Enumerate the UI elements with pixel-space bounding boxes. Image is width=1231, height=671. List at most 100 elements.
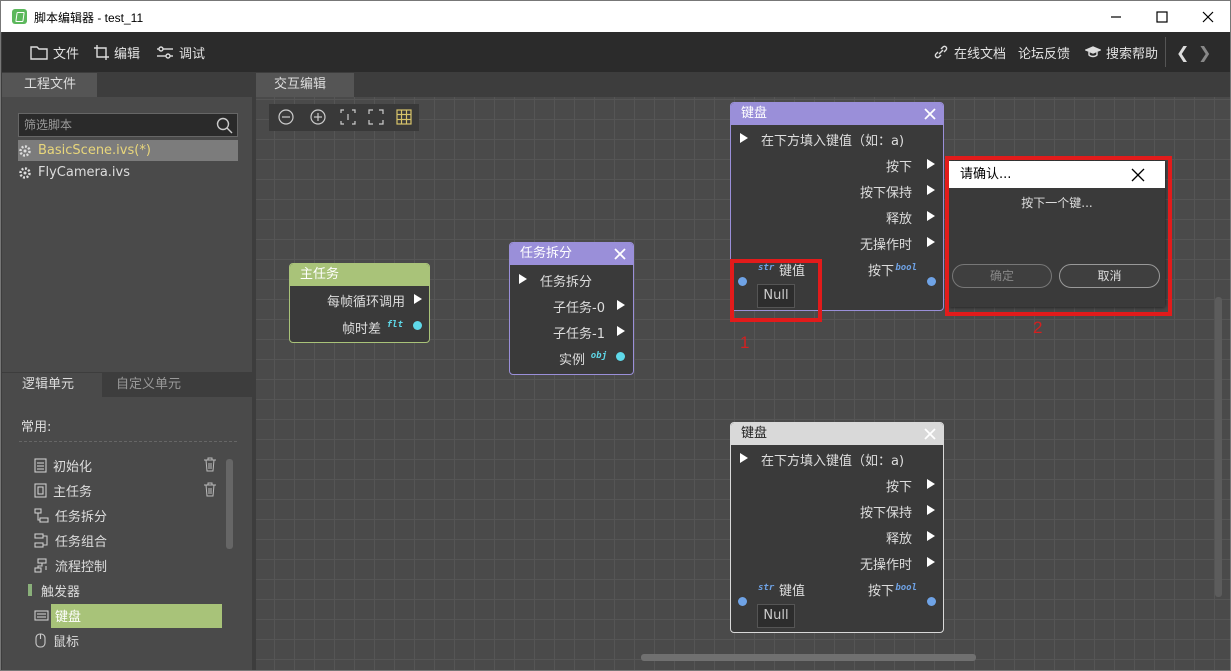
zoom-out-icon (278, 109, 294, 125)
minimize-button[interactable] (1093, 1, 1139, 32)
menu-online-docs[interactable]: 在线文档 (933, 32, 1006, 72)
keyboard-icon (34, 609, 49, 621)
exec-in-port[interactable] (519, 274, 527, 284)
node-port-label: 按下 (885, 480, 912, 495)
highlight-box-2 (945, 156, 1172, 316)
file-item-label: FlyCamera.ivs (38, 165, 131, 180)
script-filter-box (18, 113, 238, 137)
link-icon (934, 45, 948, 59)
exec-out-port[interactable] (414, 294, 422, 304)
type-tag: obj (590, 351, 607, 361)
unit-trigger-group[interactable]: 触发器 (41, 579, 80, 601)
trigger-marker (28, 584, 32, 596)
exec-in-port[interactable] (740, 133, 748, 143)
crop-icon (94, 44, 109, 60)
file-item-basicscene[interactable]: BasicScene.ivs(*) (18, 140, 238, 161)
data-out-port[interactable] (616, 352, 625, 361)
menu-debug[interactable]: 调试 (156, 32, 205, 72)
node-main-task[interactable]: 主任务 每帧循环调用 帧时差 flt (289, 263, 430, 343)
node-port-label: 在下方填入键值（如：a) (761, 454, 905, 469)
exec-out-port[interactable] (617, 300, 625, 310)
close-icon (924, 428, 936, 440)
node-title[interactable]: 主任务 (290, 264, 429, 286)
actual-size-button[interactable] (339, 108, 357, 126)
node-title[interactable]: 键盘 (731, 423, 943, 445)
canvas-vscrollbar[interactable] (1215, 297, 1222, 597)
type-tag: bool (895, 263, 917, 273)
node-title[interactable]: 任务拆分 (510, 243, 633, 265)
nav-back-button[interactable]: ❮ (1176, 43, 1189, 62)
exec-out-port[interactable] (927, 531, 935, 541)
combine-icon (34, 532, 48, 548)
exec-out-port[interactable] (927, 211, 935, 221)
close-icon (924, 108, 936, 120)
unit-task-combine[interactable]: 任务组合 (34, 529, 107, 551)
data-out-port[interactable] (413, 321, 422, 330)
menu-edit[interactable]: 编辑 (94, 32, 140, 72)
unit-label: 初始化 (53, 459, 93, 475)
document-icon (34, 457, 47, 473)
file-item-flycamera[interactable]: FlyCamera.ivs (18, 162, 238, 183)
menu-bar: 文件 编辑 调试 在线文档 论坛反馈 搜索帮助 ❮ ❯ (2, 32, 1230, 72)
node-port-label: 按下保持 (859, 186, 912, 201)
exec-out-port[interactable] (927, 557, 935, 567)
close-icon (614, 248, 626, 260)
tab-project-files[interactable]: 工程文件 (2, 73, 97, 97)
file-item-label: BasicScene.ivs(*) (38, 143, 151, 158)
unit-task-split[interactable]: 任务拆分 (34, 504, 107, 526)
data-out-port[interactable] (927, 277, 936, 286)
search-icon[interactable] (216, 117, 233, 134)
exec-in-port[interactable] (740, 453, 748, 463)
node-port-label: 帧时差 (341, 322, 381, 337)
unit-keyboard[interactable]: 键盘 (34, 604, 81, 626)
fit-view-button[interactable] (367, 108, 385, 126)
trash-icon[interactable] (203, 482, 217, 497)
nav-forward-button[interactable]: ❯ (1198, 43, 1211, 62)
window-title: 脚本编辑器 - test_11 (34, 11, 144, 25)
node-task-split[interactable]: 任务拆分 任务拆分 子任务-0 子任务-1 实例 obj (509, 242, 634, 375)
annotation-label-1: 1 (740, 333, 750, 352)
script-filter-input[interactable] (19, 114, 209, 136)
node-close-button[interactable] (923, 107, 937, 121)
units-scrollbar[interactable] (226, 459, 233, 549)
node-close-button[interactable] (613, 247, 627, 261)
unit-main-task[interactable]: 主任务 (34, 479, 92, 501)
canvas-hscrollbar[interactable] (641, 654, 976, 661)
data-in-port[interactable] (738, 597, 747, 606)
menu-file-label: 文件 (53, 46, 80, 62)
unit-init[interactable]: 初始化 (34, 454, 92, 476)
node-keyboard-2[interactable]: 键盘 在下方填入键值（如：a) 按下 按下保持 释放 无操作时 str 键值 按… (730, 422, 944, 633)
zoom-out-button[interactable] (277, 108, 295, 126)
trash-icon[interactable] (203, 457, 217, 472)
tab-interaction-editor[interactable]: 交互编辑 (256, 73, 354, 97)
node-port-label: 释放 (885, 212, 912, 227)
menu-forum[interactable]: 论坛反馈 (1018, 32, 1070, 72)
zoom-in-button[interactable] (309, 108, 327, 126)
divider (19, 441, 237, 442)
node-port-label: 按下 (867, 584, 894, 599)
exec-out-port[interactable] (927, 479, 935, 489)
unit-label: 键盘 (55, 609, 82, 625)
exec-out-port[interactable] (927, 505, 935, 515)
close-button[interactable] (1185, 1, 1230, 32)
menu-file[interactable]: 文件 (30, 32, 79, 72)
node-title[interactable]: 键盘 (731, 103, 943, 125)
key-value-field[interactable]: Null (757, 604, 795, 628)
exec-out-port[interactable] (927, 237, 935, 247)
fullscreen-icon (368, 109, 384, 125)
exec-out-port[interactable] (927, 159, 935, 169)
close-icon (1202, 11, 1214, 22)
grid-toggle-button[interactable] (395, 108, 413, 126)
tab-logic-units[interactable]: 逻辑单元 (2, 373, 102, 397)
menu-search-help[interactable]: 搜索帮助 (1085, 32, 1158, 72)
exec-out-port[interactable] (927, 185, 935, 195)
maximize-button[interactable] (1139, 1, 1185, 32)
unit-mouse[interactable]: 鼠标 (34, 629, 79, 651)
node-close-button[interactable] (923, 427, 937, 441)
unit-flow-control[interactable]: 流程控制 (34, 554, 107, 576)
exec-out-port[interactable] (617, 326, 625, 336)
common-label: 常用: (21, 420, 52, 435)
node-title-label: 任务拆分 (520, 246, 573, 261)
tab-custom-units[interactable]: 自定义单元 (116, 373, 181, 397)
data-out-port[interactable] (927, 597, 936, 606)
